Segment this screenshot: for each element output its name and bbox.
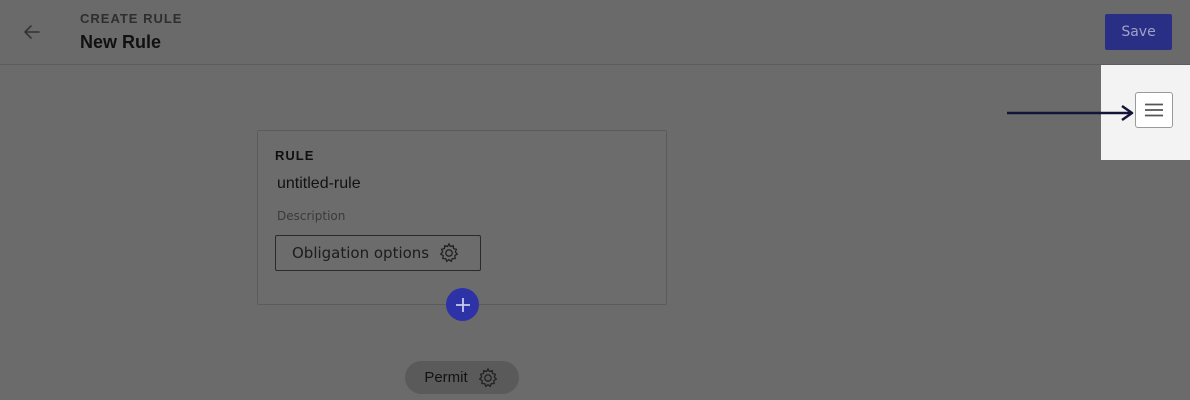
page-header: CREATE RULE New Rule Save bbox=[0, 0, 1190, 65]
rule-description-field[interactable]: Description bbox=[277, 209, 345, 223]
gear-icon bbox=[478, 367, 498, 387]
plus-icon bbox=[455, 297, 470, 312]
hamburger-menu-icon bbox=[1145, 103, 1163, 117]
rule-heading: RULE bbox=[275, 148, 315, 163]
back-button[interactable] bbox=[18, 18, 46, 46]
menu-button[interactable] bbox=[1135, 92, 1173, 128]
rule-card: RULE untitled-rule Description Obligatio… bbox=[257, 130, 667, 305]
save-button[interactable]: Save bbox=[1105, 14, 1172, 50]
permit-effect-button[interactable]: Permit bbox=[405, 361, 519, 394]
arrow-right-icon bbox=[1007, 104, 1134, 122]
gear-icon bbox=[439, 242, 459, 263]
page-title: New Rule bbox=[80, 32, 162, 52]
permit-label: Permit bbox=[424, 369, 468, 386]
add-button[interactable] bbox=[446, 288, 479, 321]
page-kicker: CREATE RULE bbox=[80, 11, 183, 26]
obligation-options-button[interactable]: Obligation options bbox=[275, 235, 481, 271]
arrow-left-icon bbox=[24, 25, 40, 39]
rule-name-field[interactable]: untitled-rule bbox=[277, 175, 361, 193]
obligation-options-label: Obligation options bbox=[292, 244, 430, 262]
